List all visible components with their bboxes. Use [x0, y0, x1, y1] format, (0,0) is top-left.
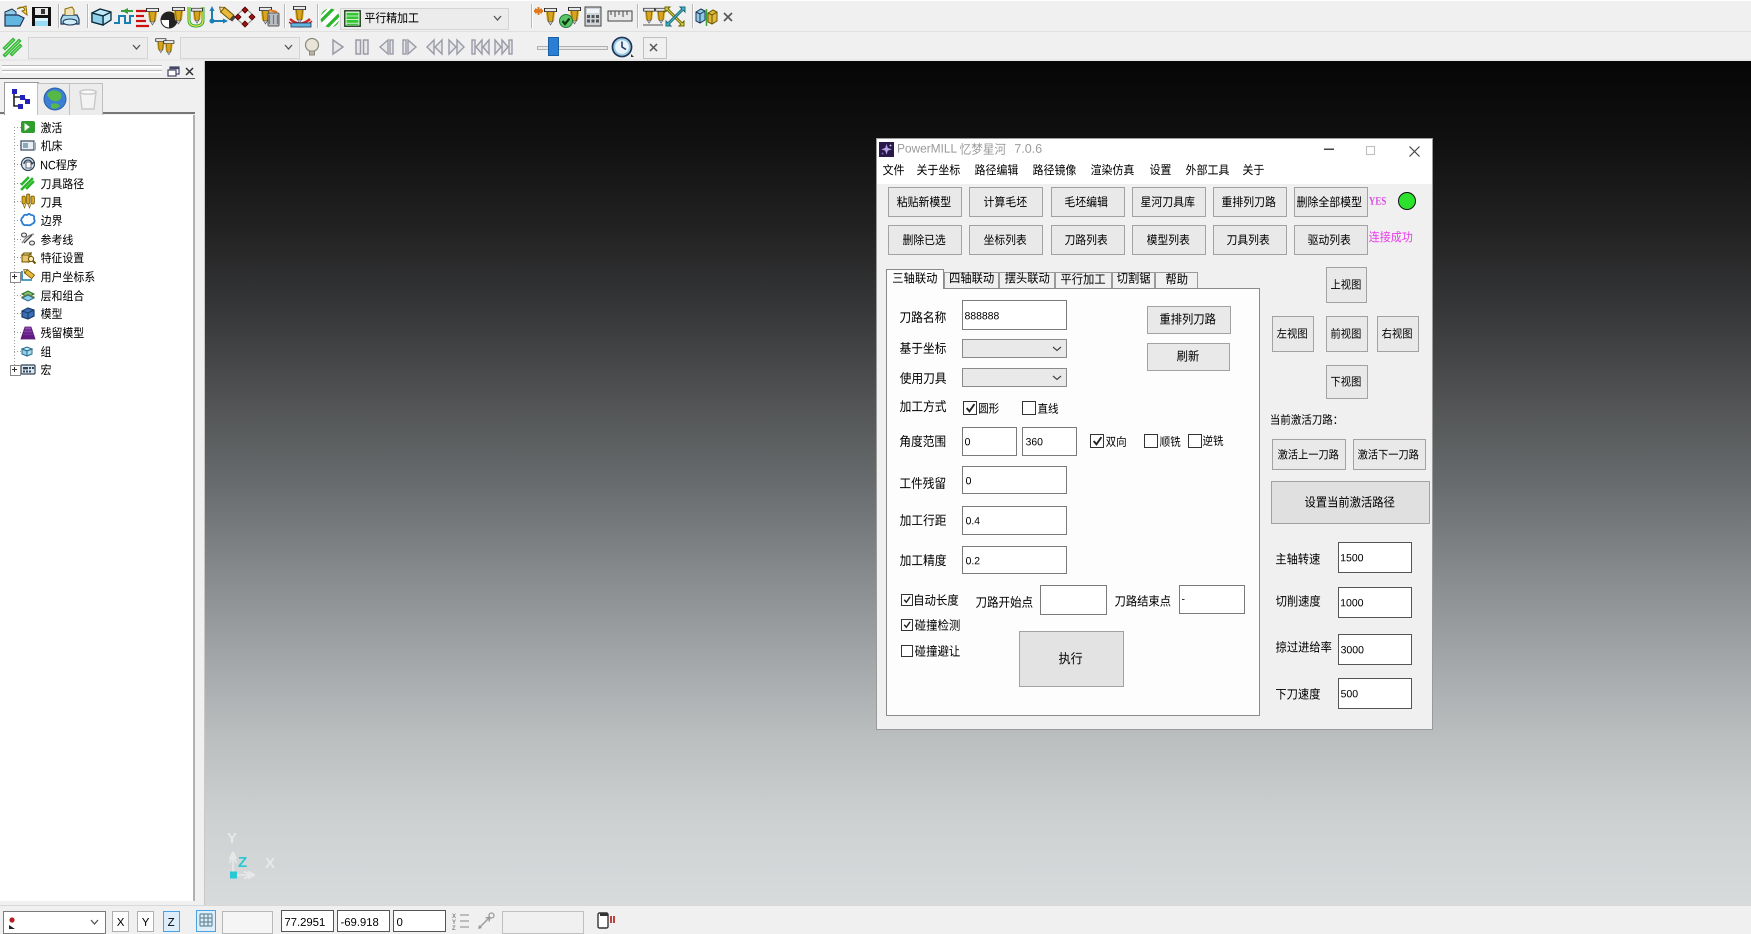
svg-text:Z: Z	[452, 926, 456, 932]
svg-text:Y: Y	[227, 830, 237, 847]
svg-text:X: X	[265, 855, 275, 872]
svg-text:Z: Z	[238, 854, 247, 871]
